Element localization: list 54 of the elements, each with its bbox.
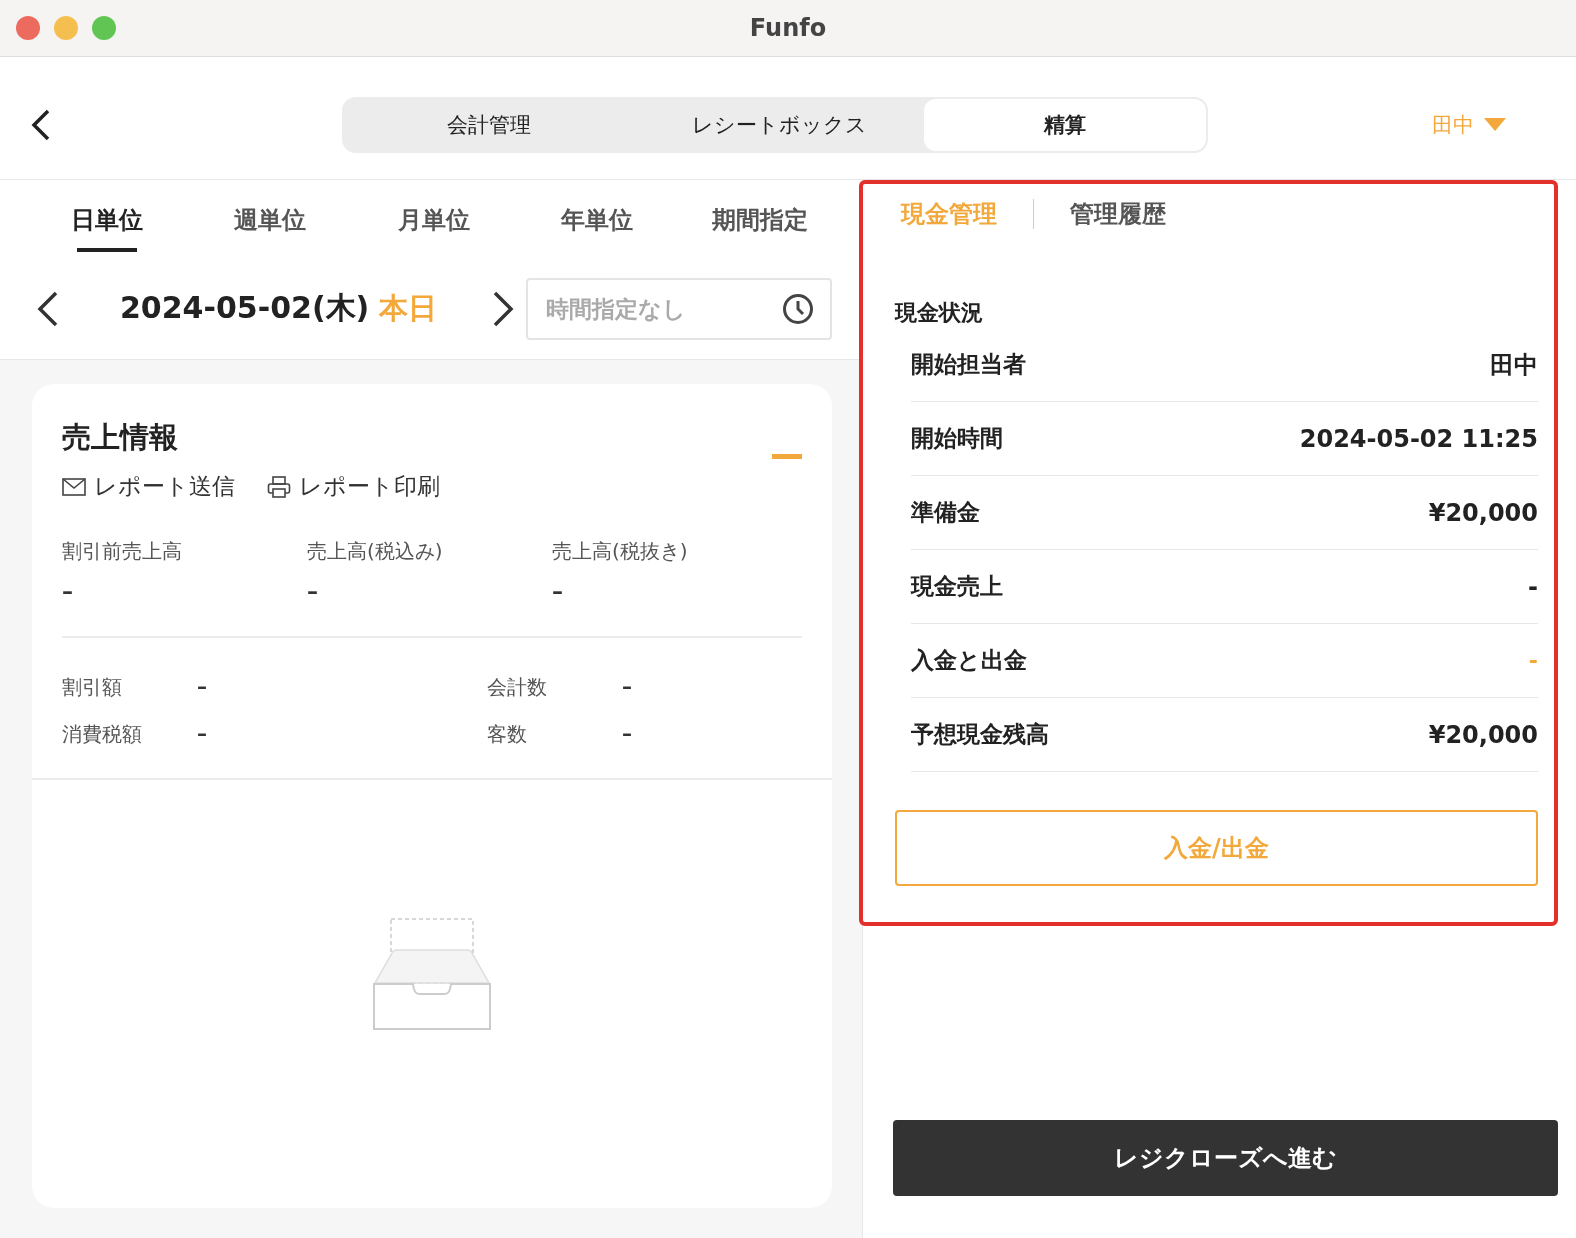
register-close-button[interactable]: レジクローズへ進む <box>893 1120 1558 1196</box>
stat-label: 客数 <box>487 721 528 748</box>
time-field[interactable]: 時間指定なし <box>526 277 832 340</box>
row-label: 予想現金残高 <box>911 720 1049 749</box>
top-tab[interactable]: 会計管理 <box>344 99 634 151</box>
row-label: 開始担当者 <box>911 350 1026 379</box>
back-button[interactable] <box>30 108 52 142</box>
period-tab[interactable]: 期間指定 <box>678 198 843 266</box>
stat-label: 会計数 <box>487 674 548 701</box>
period-tab[interactable]: 月単位 <box>351 198 516 266</box>
minimize-icon[interactable] <box>54 16 78 40</box>
section-title: 現金状況 <box>895 299 984 327</box>
card-title: 売上情報 <box>62 419 178 456</box>
row-label: 開始時間 <box>911 424 1003 453</box>
row-value: ¥20,000 <box>1428 720 1538 749</box>
row-label: 現金売上 <box>911 572 1003 601</box>
metric-value: – <box>552 579 564 604</box>
stat-label: 割引額 <box>62 674 123 701</box>
stat-label: 消費税額 <box>62 721 143 748</box>
metric-value: – <box>307 579 319 604</box>
top-tab[interactable]: レシートボックス <box>634 99 924 151</box>
close-icon[interactable] <box>16 16 40 40</box>
row-value: - <box>1528 648 1538 673</box>
period-tab[interactable]: 日単位 <box>25 198 189 266</box>
mail-icon <box>62 477 86 496</box>
report-link[interactable]: レポート送信 <box>62 471 235 502</box>
period-tab[interactable]: 年単位 <box>515 198 679 266</box>
stat-value: – <box>197 721 208 747</box>
date-text: 2024-05-02(木) <box>120 289 370 327</box>
today-label: 本日 <box>379 289 438 327</box>
metric-label: 売上高(税抜き) <box>552 538 689 565</box>
row-label: 準備金 <box>911 498 980 527</box>
report-link[interactable]: レポート印刷 <box>267 471 440 502</box>
clock-icon <box>782 292 814 325</box>
printer-icon <box>267 474 291 499</box>
row-value: - <box>1528 572 1538 601</box>
next-button[interactable] <box>491 290 516 327</box>
row-value: 2024-05-02 11:25 <box>1299 424 1538 453</box>
row-value: 田中 <box>1490 349 1538 381</box>
window-title: Funfo <box>749 14 827 42</box>
metric-label: 割引前売上高 <box>62 538 183 565</box>
top-tab[interactable]: 精算 <box>924 99 1206 151</box>
cash-tab[interactable]: 管理履歴 <box>1070 198 1166 230</box>
stat-value: – <box>622 674 633 700</box>
maximize-icon[interactable] <box>92 16 116 40</box>
period-tab[interactable]: 週単位 <box>188 198 352 266</box>
metric-value: – <box>62 579 74 604</box>
stat-value: – <box>622 721 633 747</box>
caret-icon <box>1484 118 1506 132</box>
previous-button[interactable] <box>36 290 60 327</box>
row-value: ¥20,000 <box>1428 498 1538 527</box>
row-label: 入金と出金 <box>911 646 1027 675</box>
stat-value: – <box>197 674 208 700</box>
metric-label: 売上高(税込み) <box>307 538 444 565</box>
